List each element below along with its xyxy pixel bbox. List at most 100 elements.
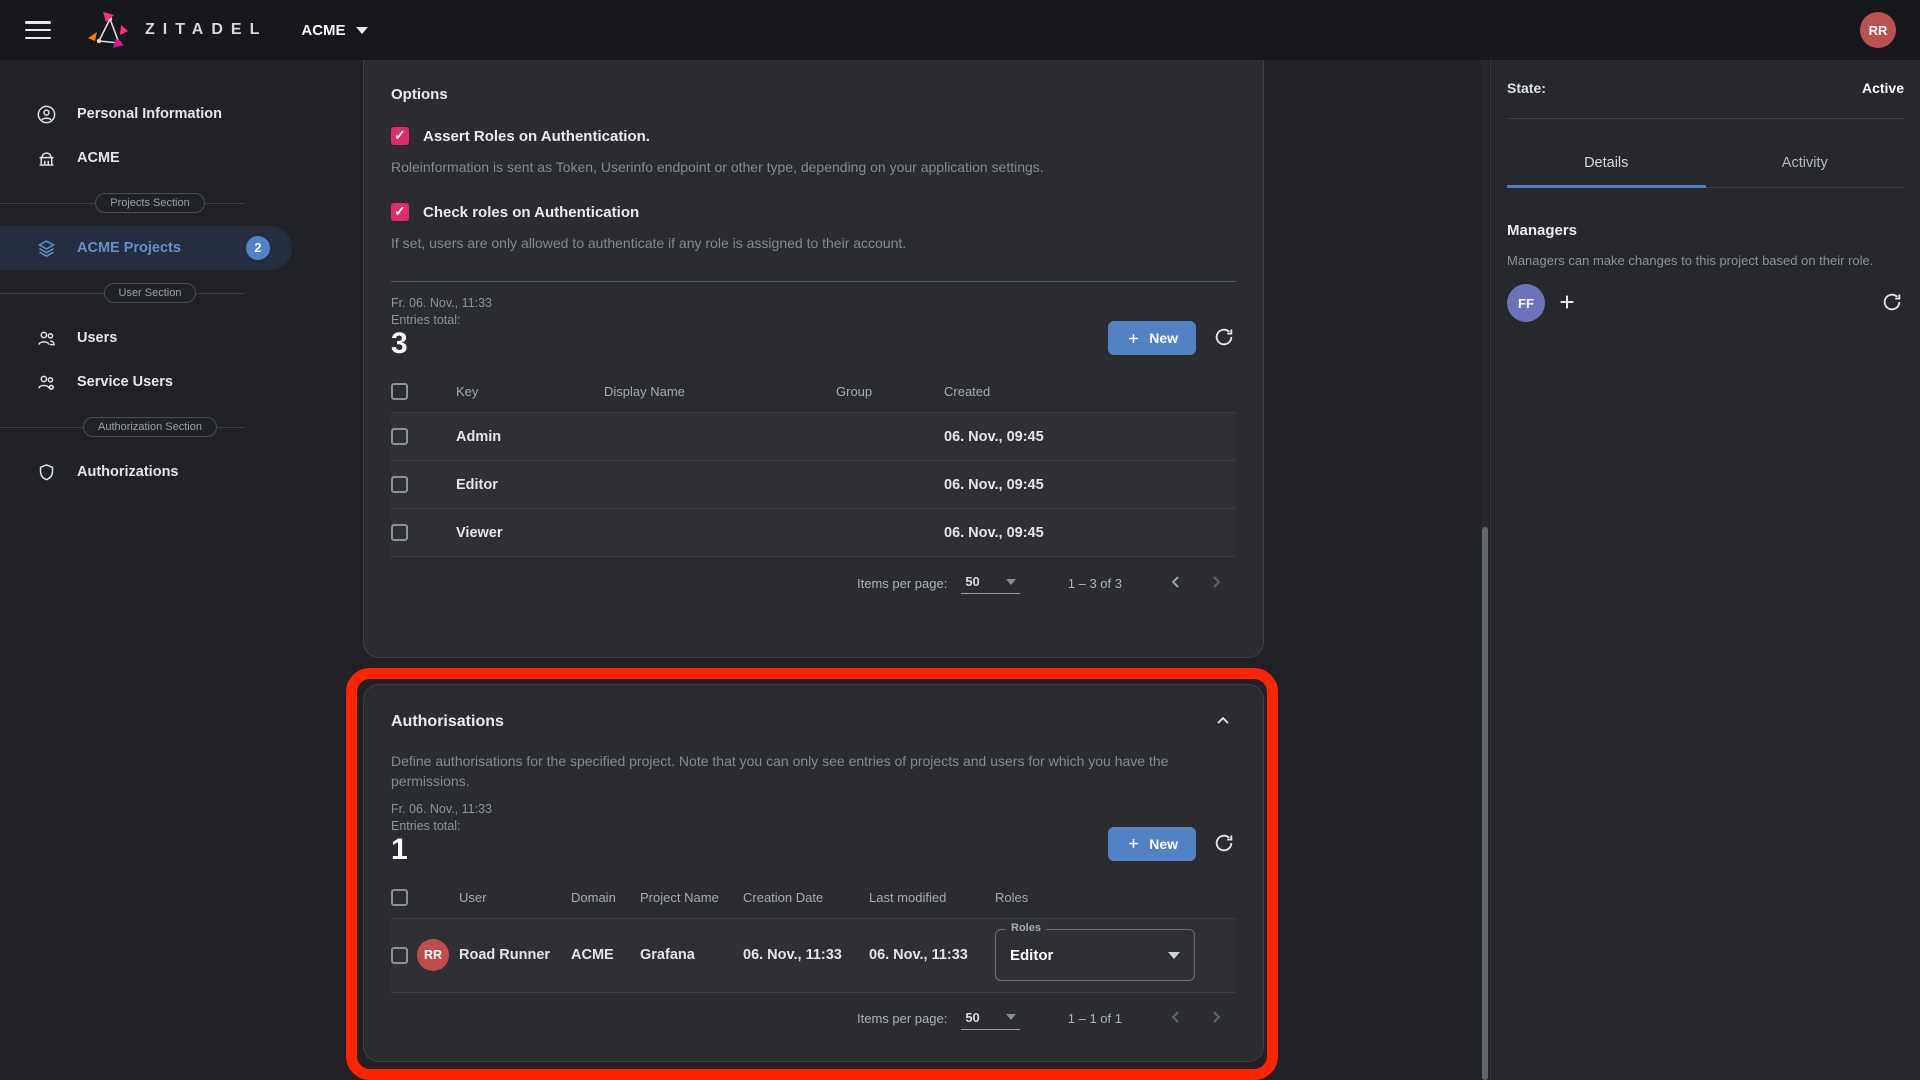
column-header-project-name: Project Name bbox=[640, 890, 743, 905]
page-size-select[interactable]: 50 bbox=[961, 572, 1019, 594]
page-size-select[interactable]: 50 bbox=[961, 1008, 1019, 1030]
assert-roles-description: Roleinformation is sent as Token, Userin… bbox=[391, 159, 1236, 175]
assert-roles-checkbox[interactable] bbox=[391, 127, 409, 145]
project-roles-card: Options Assert Roles on Authentication. … bbox=[363, 60, 1264, 658]
sidebar-item-org[interactable]: ACME bbox=[0, 136, 300, 180]
prev-page-button[interactable] bbox=[1156, 1005, 1196, 1033]
managers-refresh-button[interactable] bbox=[1880, 291, 1904, 315]
state-badge: Active bbox=[1862, 80, 1904, 96]
role-key: Admin bbox=[456, 429, 604, 445]
add-manager-button[interactable] bbox=[1553, 289, 1581, 317]
authorisations-paginator: Items per page: 50 1 – 1 of 1 bbox=[391, 993, 1236, 1045]
sidebar-item-personal-information[interactable]: Personal Information bbox=[0, 92, 300, 136]
managers-description: Managers can make changes to this projec… bbox=[1507, 253, 1904, 268]
org-name: ACME bbox=[301, 22, 345, 39]
auth-domain: ACME bbox=[571, 947, 640, 963]
chevron-down-icon bbox=[1006, 579, 1016, 585]
org-switcher[interactable]: ACME bbox=[301, 22, 367, 39]
column-header-roles: Roles bbox=[995, 890, 1236, 905]
role-key: Editor bbox=[456, 477, 604, 493]
table-row[interactable]: RR Road Runner ACME Grafana 06. Nov., 11… bbox=[391, 919, 1236, 993]
assert-roles-label: Assert Roles on Authentication. bbox=[423, 128, 650, 145]
roles-refresh-button[interactable] bbox=[1212, 326, 1236, 350]
auth-entries-total: 1 bbox=[391, 835, 492, 865]
scrollbar-thumb[interactable] bbox=[1482, 527, 1488, 1080]
manager-avatar[interactable]: FF bbox=[1507, 284, 1545, 322]
sidebar-item-label: ACME bbox=[77, 150, 120, 166]
page-range: 1 – 1 of 1 bbox=[1068, 1011, 1122, 1026]
column-header-last-modified: Last modified bbox=[869, 890, 995, 905]
next-page-button[interactable] bbox=[1196, 569, 1236, 597]
row-checkbox[interactable] bbox=[391, 428, 408, 445]
role-created: 06. Nov., 09:45 bbox=[944, 525, 1236, 541]
row-checkbox[interactable] bbox=[391, 947, 408, 964]
authorisations-description: Define authorisations for the specified … bbox=[391, 751, 1191, 792]
auth-timestamp: Fr. 06. Nov., 11:33 bbox=[391, 802, 492, 816]
table-row[interactable]: Viewer 06. Nov., 09:45 bbox=[391, 509, 1236, 557]
next-page-button[interactable] bbox=[1196, 1005, 1236, 1033]
brand-wordmark: ZITADEL bbox=[145, 21, 267, 39]
tab-details[interactable]: Details bbox=[1507, 145, 1706, 188]
roles-entries-total: 3 bbox=[391, 329, 492, 359]
sidebar-item-users[interactable]: Users bbox=[0, 316, 300, 360]
auth-refresh-button[interactable] bbox=[1212, 832, 1236, 856]
building-arch-icon bbox=[36, 148, 57, 169]
sidebar-item-authorizations[interactable]: Authorizations bbox=[0, 450, 300, 494]
plus-icon bbox=[1126, 836, 1141, 851]
select-all-checkbox[interactable] bbox=[391, 383, 408, 400]
state-label: State: bbox=[1507, 80, 1546, 96]
chevron-left-icon bbox=[1166, 572, 1186, 592]
prev-page-button[interactable] bbox=[1156, 569, 1196, 597]
roles-entries-label: Entries total: bbox=[391, 313, 492, 327]
person-circle-icon bbox=[36, 104, 57, 125]
user-avatar[interactable]: RR bbox=[1860, 12, 1896, 48]
roles-select-value: Editor bbox=[1010, 947, 1053, 964]
sidebar-item-label: Service Users bbox=[77, 374, 173, 390]
roles-select[interactable]: Roles Editor bbox=[995, 929, 1195, 981]
role-created: 06. Nov., 09:45 bbox=[944, 477, 1236, 493]
service-users-icon bbox=[36, 372, 57, 393]
section-divider-user: User Section bbox=[0, 281, 300, 305]
section-divider-authorization: Authorization Section bbox=[0, 415, 300, 439]
collapse-section-button[interactable] bbox=[1210, 709, 1236, 735]
column-header-user: User bbox=[459, 890, 571, 905]
sidebar-item-acme-projects[interactable]: ACME Projects 2 bbox=[0, 226, 292, 270]
users-icon bbox=[36, 328, 57, 349]
column-header-domain: Domain bbox=[571, 890, 640, 905]
row-checkbox[interactable] bbox=[391, 476, 408, 493]
role-key: Viewer bbox=[456, 525, 604, 541]
auth-modified: 06. Nov., 11:33 bbox=[869, 947, 995, 963]
sidebar-item-label: Authorizations bbox=[77, 464, 179, 480]
sidebar-item-service-users[interactable]: Service Users bbox=[0, 360, 300, 404]
column-header-creation-date: Creation Date bbox=[743, 890, 869, 905]
hamburger-menu-icon[interactable] bbox=[25, 21, 51, 39]
table-row[interactable]: Editor 06. Nov., 09:45 bbox=[391, 461, 1236, 509]
auth-user: Road Runner bbox=[459, 947, 571, 963]
check-roles-label: Check roles on Authentication bbox=[423, 204, 639, 221]
check-roles-checkbox[interactable] bbox=[391, 203, 409, 221]
select-all-checkbox[interactable] bbox=[391, 889, 408, 906]
auth-project: Grafana bbox=[640, 947, 743, 963]
row-checkbox[interactable] bbox=[391, 524, 408, 541]
section-pill-label: Authorization Section bbox=[83, 417, 217, 437]
layers-icon bbox=[36, 238, 57, 259]
org-chevron-down-icon bbox=[356, 27, 368, 34]
authorisations-title: Authorisations bbox=[391, 713, 504, 731]
right-panel: State: Active Details Activity Managers … bbox=[1490, 60, 1920, 1080]
chevron-up-icon bbox=[1213, 711, 1233, 731]
role-created: 06. Nov., 09:45 bbox=[944, 429, 1236, 445]
new-role-button[interactable]: New bbox=[1108, 321, 1196, 355]
right-panel-tabs: Details Activity bbox=[1507, 145, 1904, 188]
column-header-key: Key bbox=[456, 384, 604, 399]
tab-activity[interactable]: Activity bbox=[1706, 145, 1905, 187]
chevron-down-icon bbox=[1006, 1014, 1016, 1020]
plus-icon bbox=[1126, 331, 1141, 346]
refresh-icon bbox=[1213, 832, 1235, 854]
divider bbox=[1507, 118, 1904, 119]
table-row[interactable]: Admin 06. Nov., 09:45 bbox=[391, 413, 1236, 461]
new-authorisation-button[interactable]: New bbox=[1108, 827, 1196, 861]
sidebar-item-label: Personal Information bbox=[77, 106, 222, 122]
divider bbox=[391, 281, 1236, 282]
column-header-created: Created bbox=[944, 384, 1236, 399]
shield-icon bbox=[36, 462, 57, 483]
